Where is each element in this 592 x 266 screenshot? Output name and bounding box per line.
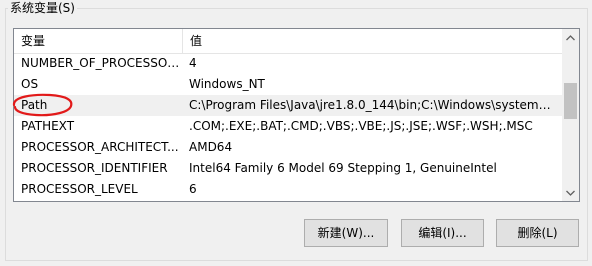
table-row[interactable]: NUMBER_OF_PROCESSORS 4 bbox=[14, 53, 563, 74]
edit-button[interactable]: 编辑(I)... bbox=[401, 219, 484, 247]
table-row[interactable]: PROCESSOR_LEVEL 6 bbox=[14, 179, 563, 200]
variable-name: PROCESSOR_ARCHITECT... bbox=[21, 140, 179, 154]
system-variables-title: 系统变量(S) bbox=[8, 0, 77, 16]
variable-value: 6 bbox=[189, 182, 197, 196]
variable-name: OS bbox=[21, 77, 39, 91]
scroll-down-button[interactable] bbox=[562, 184, 579, 201]
variable-name: PATHEXT bbox=[21, 119, 75, 133]
column-header-name[interactable]: 变量 bbox=[14, 29, 183, 53]
variable-name: NUMBER_OF_PROCESSORS bbox=[21, 56, 181, 70]
variable-value: 4 bbox=[189, 56, 197, 70]
column-header-value[interactable]: 值 bbox=[183, 29, 563, 53]
table-row[interactable]: PATHEXT .COM;.EXE;.BAT;.CMD;.VBS;.VBE;.J… bbox=[14, 116, 563, 137]
variable-name: Path bbox=[21, 98, 48, 112]
delete-button[interactable]: 删除(L) bbox=[496, 219, 579, 247]
table-row[interactable]: PROCESSOR_IDENTIFIER Intel64 Family 6 Mo… bbox=[14, 158, 563, 179]
variable-name: PROCESSOR_LEVEL bbox=[21, 182, 138, 196]
chevron-up-icon bbox=[566, 34, 575, 40]
scrollbar-thumb[interactable] bbox=[564, 83, 577, 119]
scroll-up-button[interactable] bbox=[562, 29, 579, 46]
chevron-down-icon bbox=[566, 190, 575, 196]
table-row[interactable]: PROCESSOR_ARCHITECT... AMD64 bbox=[14, 137, 563, 158]
variable-value: Windows_NT bbox=[189, 77, 265, 91]
variable-value: Intel64 Family 6 Model 69 Stepping 1, Ge… bbox=[189, 161, 497, 175]
table-row[interactable]: OS Windows_NT bbox=[14, 74, 563, 95]
vertical-scrollbar[interactable] bbox=[562, 29, 579, 201]
table-row-selected[interactable]: Path C:\Program Files\Java\jre1.8.0_144\… bbox=[14, 95, 563, 116]
variable-value: .COM;.EXE;.BAT;.CMD;.VBS;.VBE;.JS;.JSE;.… bbox=[189, 119, 533, 133]
new-button[interactable]: 新建(W)... bbox=[304, 219, 388, 247]
variable-name: PROCESSOR_IDENTIFIER bbox=[21, 161, 168, 175]
list-rows: NUMBER_OF_PROCESSORS 4 OS Windows_NT Pat… bbox=[14, 53, 563, 200]
list-header: 变量 值 bbox=[14, 29, 563, 54]
variable-value: AMD64 bbox=[189, 140, 233, 154]
variable-value: C:\Program Files\Java\jre1.8.0_144\bin;C… bbox=[189, 98, 558, 112]
system-variables-list[interactable]: 变量 值 NUMBER_OF_PROCESSORS 4 OS Windows_N… bbox=[13, 28, 580, 202]
